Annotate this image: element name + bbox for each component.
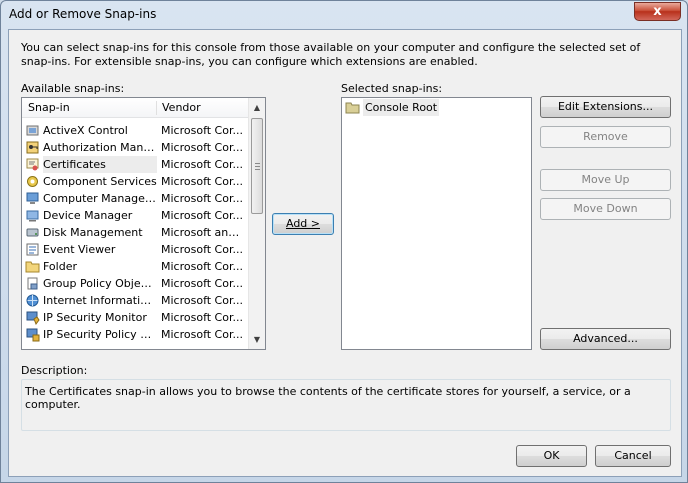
snapin-name: Computer Managem... (43, 192, 157, 205)
certificates-icon (26, 158, 39, 171)
activex-icon (26, 125, 39, 136)
column-divider (156, 101, 157, 115)
selected-snapins-label: Selected snap-ins: (341, 82, 443, 95)
iis-icon (26, 294, 39, 307)
grip-line (255, 166, 260, 167)
folder-icon (25, 261, 40, 273)
selected-snapin-name: Console Root (363, 99, 440, 116)
snapin-vendor: Microsoft Cor... (161, 328, 243, 341)
snapin-vendor: Microsoft Cor... (161, 243, 243, 256)
scroll-thumb[interactable] (251, 118, 263, 214)
snapin-name: ActiveX Control (43, 124, 128, 137)
snapin-name: Authorization Manager (43, 141, 157, 154)
grip-line (255, 169, 260, 170)
snapin-name: Internet Informatio... (43, 294, 157, 307)
ok-button[interactable]: OK (516, 445, 587, 467)
column-header-snapin[interactable]: Snap-in (28, 98, 70, 117)
snapin-vendor: Microsoft Cor... (161, 158, 243, 171)
console-root-folder-icon (345, 102, 360, 114)
snapin-name: Certificates (43, 156, 157, 173)
event-viewer-icon (26, 243, 39, 256)
remove-button[interactable]: Remove (540, 126, 671, 148)
add-remove-snapins-dialog: Add or Remove Snap-ins x You can select … (0, 0, 688, 483)
move-down-button[interactable]: Move Down (540, 198, 671, 220)
close-button[interactable]: x (634, 2, 681, 21)
snapin-vendor: Microsoft Cor... (161, 192, 243, 205)
snapin-name: Component Services (43, 175, 157, 188)
snapin-name: Event Viewer (43, 243, 116, 256)
snapin-vendor: Microsoft Cor... (161, 209, 243, 222)
scroll-down-arrow-icon[interactable]: ▼ (249, 331, 265, 348)
disk-management-icon (26, 228, 39, 237)
snapin-name: Device Manager (43, 209, 133, 222)
add-button-label: Add > (285, 217, 320, 230)
snapin-vendor: Microsoft Cor... (161, 124, 243, 137)
scroll-up-arrow-icon[interactable]: ▲ (249, 99, 265, 116)
snapin-vendor: Microsoft Cor... (161, 311, 243, 324)
snapin-vendor: Microsoft Cor... (161, 277, 243, 290)
snapin-vendor: Microsoft Cor... (161, 260, 243, 273)
snapin-name: Disk Management (43, 226, 143, 239)
advanced-button[interactable]: Advanced... (540, 328, 671, 350)
snapin-vendor: Microsoft Cor... (161, 175, 243, 188)
snapin-vendor: Microsoft Cor... (161, 141, 243, 154)
available-snapins-list[interactable]: Snap-in Vendor ActiveX Control Microsoft … (21, 97, 266, 350)
component-services-icon (27, 176, 38, 187)
intro-text: You can select snap-ins for this console… (21, 41, 641, 68)
ip-security-policy-icon (26, 328, 40, 342)
device-manager-icon (26, 210, 39, 222)
available-snapins-label: Available snap-ins: (21, 82, 125, 95)
snapin-name: IP Security Policy M... (43, 328, 157, 341)
vertical-scrollbar[interactable]: ▲ ▼ (248, 98, 265, 349)
snapin-name: IP Security Monitor (43, 311, 147, 324)
move-up-button[interactable]: Move Up (540, 169, 671, 191)
add-button[interactable]: Add > (272, 213, 334, 235)
dialog-body: You can select snap-ins for this console… (8, 29, 682, 477)
group-policy-icon (27, 277, 38, 290)
description-label: Description: (21, 364, 88, 377)
ip-security-monitor-icon (26, 311, 40, 325)
dialog-title: Add or Remove Snap-ins (9, 7, 157, 21)
selected-snapins-list[interactable]: Console Root (341, 97, 532, 350)
column-header-vendor[interactable]: Vendor (162, 98, 201, 117)
description-text: The Certificates snap-in allows you to b… (25, 385, 631, 411)
authorization-icon (26, 141, 39, 154)
cancel-button[interactable]: Cancel (595, 445, 671, 467)
snapin-vendor: Microsoft Cor... (161, 294, 243, 307)
edit-extensions-button[interactable]: Edit Extensions... (540, 96, 671, 118)
description-box: The Certificates snap-in allows you to b… (21, 379, 671, 431)
grip-line (255, 163, 260, 164)
snapin-name: Group Policy Object ... (43, 277, 157, 290)
snapin-vendor: Microsoft and... (161, 226, 245, 239)
list-header: Snap-in Vendor (22, 98, 249, 118)
snapin-name: Folder (43, 260, 77, 273)
computer-management-icon (26, 192, 39, 204)
